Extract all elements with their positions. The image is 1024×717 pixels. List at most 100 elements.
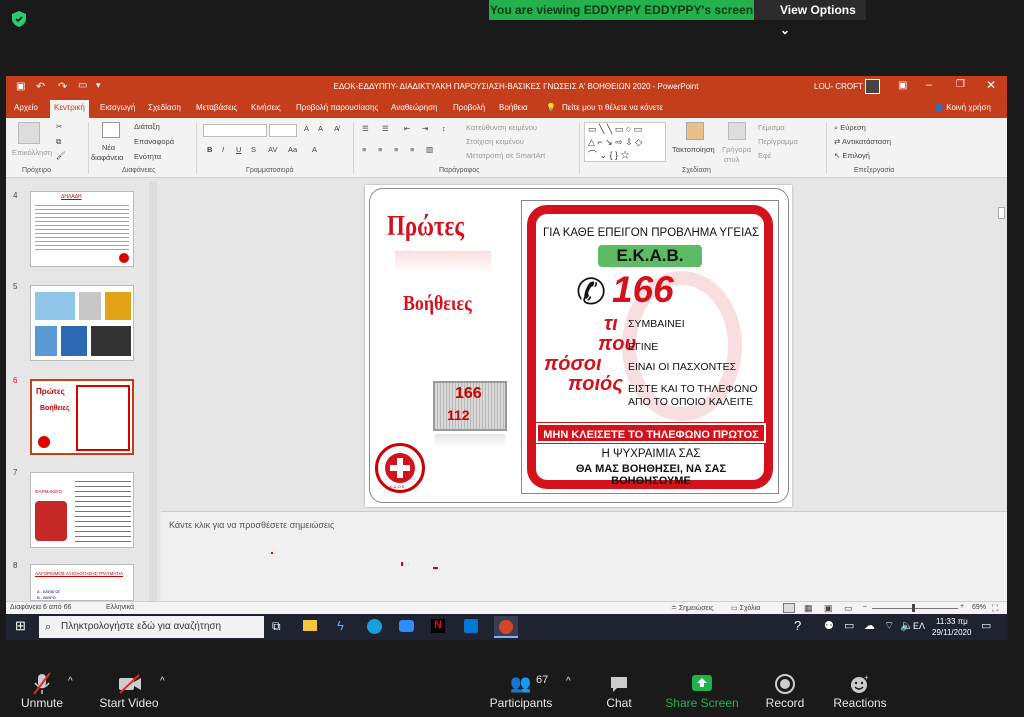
share-screen-icon[interactable] (691, 674, 713, 692)
thumbnail-scrollbar[interactable] (149, 181, 157, 601)
italic-icon[interactable]: I (222, 145, 224, 154)
record-icon[interactable] (774, 673, 796, 695)
slide-sorter-icon[interactable]: ▦ (804, 603, 813, 614)
tab-design[interactable]: Σχεδίαση (148, 103, 181, 112)
customize-icon[interactable]: ▾ (96, 80, 101, 91)
tab-help[interactable]: Βοήθεια (499, 103, 528, 112)
tab-animations[interactable]: Κινήσεις (251, 103, 281, 112)
new-slide-label-1[interactable]: Νέα (102, 143, 115, 152)
avatar[interactable] (865, 79, 880, 94)
shield-icon[interactable] (10, 10, 28, 28)
participants-button[interactable]: Participants (484, 696, 558, 710)
quick-styles-label-1[interactable]: Γρήγορα (722, 145, 751, 154)
text-direction-button[interactable]: Κατεύθυνση κειμένου (466, 123, 537, 132)
network-icon[interactable]: ▭ (844, 619, 854, 632)
file-explorer-icon[interactable] (303, 620, 317, 631)
editor-scrollbar[interactable] (997, 179, 1006, 509)
slide-canvas[interactable]: Πρώτες Βοήθειες 166 112 Ε.Δ.Ο.Κ ΓΙΑ ΚΑΘΕ… (365, 185, 792, 507)
ribbon-display-icon[interactable]: ▣ (898, 80, 907, 91)
comments-toggle[interactable]: ▭ Σχόλια (731, 604, 760, 612)
shapes-gallery[interactable]: ▭ ╲ ╲ ▭ ○ ▭ △ ⌐ ↘ ⇨ ⇩ ◇ ⌒ ⌄ { } ☆ (584, 122, 666, 162)
restore-icon[interactable]: ❐ (956, 79, 965, 90)
quick-styles-icon[interactable] (728, 122, 746, 140)
notes-pane[interactable]: Κάντε κλικ για να προσθέσετε σημειώσεις (161, 511, 1007, 601)
start-video-button[interactable]: Start Video (92, 696, 166, 710)
align-text-button[interactable]: Στοίχιση κειμένου (466, 137, 524, 146)
close-icon[interactable]: ✕ (986, 78, 996, 92)
task-view-icon[interactable]: ⧉ (272, 619, 281, 634)
tell-me-input[interactable]: Πείτε μου τι θέλετε να κάνετε (562, 103, 663, 112)
app-icon[interactable]: ϟ (337, 618, 344, 633)
bullets-icon[interactable]: ☰ (362, 124, 369, 133)
language-status[interactable]: Ελληνικά (106, 604, 134, 611)
new-slide-icon[interactable] (102, 122, 120, 138)
zoom-out-icon[interactable]: – (863, 603, 867, 610)
copy-icon[interactable]: ⧉ (56, 137, 61, 147)
layout-button[interactable]: Διάταξη (134, 122, 160, 131)
chat-icon[interactable] (609, 674, 629, 694)
spacing-icon[interactable]: AV (268, 145, 277, 154)
taskbar-search-input[interactable]: ⌕ Πληκτρολογήστε εδώ για αναζήτηση (39, 616, 264, 638)
windows-start-icon[interactable]: ⊞ (15, 618, 26, 634)
bold-icon[interactable]: B (207, 145, 212, 154)
font-color-icon[interactable]: A (312, 145, 317, 154)
justify-icon[interactable]: ≡ (410, 145, 414, 154)
line-spacing-icon[interactable]: ↕ (442, 124, 446, 133)
shape-fill-button[interactable]: Γέμισμα (758, 123, 785, 132)
volume-icon[interactable]: 🔈 (900, 619, 914, 632)
netflix-icon[interactable]: N (431, 619, 445, 633)
case-icon[interactable]: Aa (288, 145, 297, 154)
keyboard-language[interactable]: ΕΛ (913, 621, 925, 631)
cloud-icon[interactable]: ☁ (864, 619, 875, 632)
font-size-select[interactable] (269, 124, 297, 137)
reset-button[interactable]: Επαναφορά (134, 137, 174, 146)
shape-outline-button[interactable]: Περίγραμμα (758, 137, 798, 146)
present-icon[interactable]: ▭ (78, 80, 87, 91)
normal-view-icon[interactable] (783, 603, 795, 613)
outdent-icon[interactable]: ⇥ (422, 124, 428, 133)
indent-icon[interactable]: ⇤ (404, 124, 410, 133)
wifi-icon[interactable]: ⌔ (884, 619, 894, 633)
view-options-button[interactable]: View Options ⌄ (754, 0, 866, 37)
tab-file[interactable]: Αρχείο (14, 103, 38, 112)
chevron-up-icon[interactable]: ^ (566, 676, 571, 687)
slide-thumbnail-5[interactable] (30, 285, 134, 361)
record-button[interactable]: Record (760, 696, 810, 710)
tab-transitions[interactable]: Μεταβάσεις (196, 103, 237, 112)
format-painter-icon[interactable]: 🖌 (56, 151, 66, 160)
arrange-button[interactable]: Τακτοποίηση (672, 145, 715, 154)
reading-view-icon[interactable]: ▣ (824, 603, 833, 614)
arrange-icon[interactable] (686, 122, 704, 140)
zoom-slider-thumb[interactable] (912, 604, 915, 612)
paste-button[interactable]: Επικόλληση (12, 148, 52, 157)
shape-effects-button[interactable]: Εφέ (758, 151, 771, 160)
tab-view[interactable]: Προβολή (453, 103, 485, 112)
save-icon[interactable]: ▣ (16, 81, 25, 92)
notes-toggle[interactable]: ≐ Σημειώσεις (671, 604, 714, 612)
slideshow-icon[interactable]: ▭ (844, 603, 853, 614)
shrink-font-icon[interactable]: A (318, 124, 323, 133)
minimize-icon[interactable]: – (926, 79, 932, 91)
slide-thumbnail-4[interactable]: ΔΗΛΑΔΗ (30, 191, 134, 267)
clock-time[interactable]: 11:33 πμ (936, 617, 968, 626)
people-icon[interactable]: ⚉ (824, 619, 834, 632)
chevron-up-icon[interactable]: ^ (160, 676, 165, 687)
tab-review[interactable]: Αναθεώρηση (391, 103, 437, 112)
chevron-up-icon[interactable]: ^ (68, 676, 73, 687)
align-left-icon[interactable]: ≡ (362, 145, 366, 154)
share-screen-button[interactable]: Share Screen (662, 696, 742, 710)
replace-button[interactable]: ⇄ Αντικατάσταση (834, 137, 891, 146)
zoom-app-icon[interactable] (399, 620, 414, 632)
participants-icon[interactable]: 👥 (510, 674, 531, 694)
align-center-icon[interactable]: ≡ (378, 145, 382, 154)
tab-slideshow[interactable]: Προβολή παρουσίασης (296, 103, 378, 112)
zoom-slider[interactable] (872, 608, 958, 609)
zoom-level[interactable]: 69% (972, 604, 986, 611)
quick-styles-label-2[interactable]: στυλ (724, 155, 739, 164)
slide-thumbnail-8[interactable]: ΑΛΓΟΡΙΘΜΟΣ ΑΞΙΟΛΟΓΗΣΗΣ ΤΡΑΥΜΑΤΙΑ Α - ΑΕΡ… (30, 564, 134, 601)
share-button[interactable]: 👤 Κοινή χρήση (934, 103, 991, 112)
chat-button[interactable]: Chat (594, 696, 644, 710)
slide-thumbnail-6-selected[interactable]: Πρώτες Βοήθειες (30, 379, 134, 455)
reactions-button[interactable]: Reactions (830, 696, 890, 710)
align-right-icon[interactable]: ≡ (394, 145, 398, 154)
